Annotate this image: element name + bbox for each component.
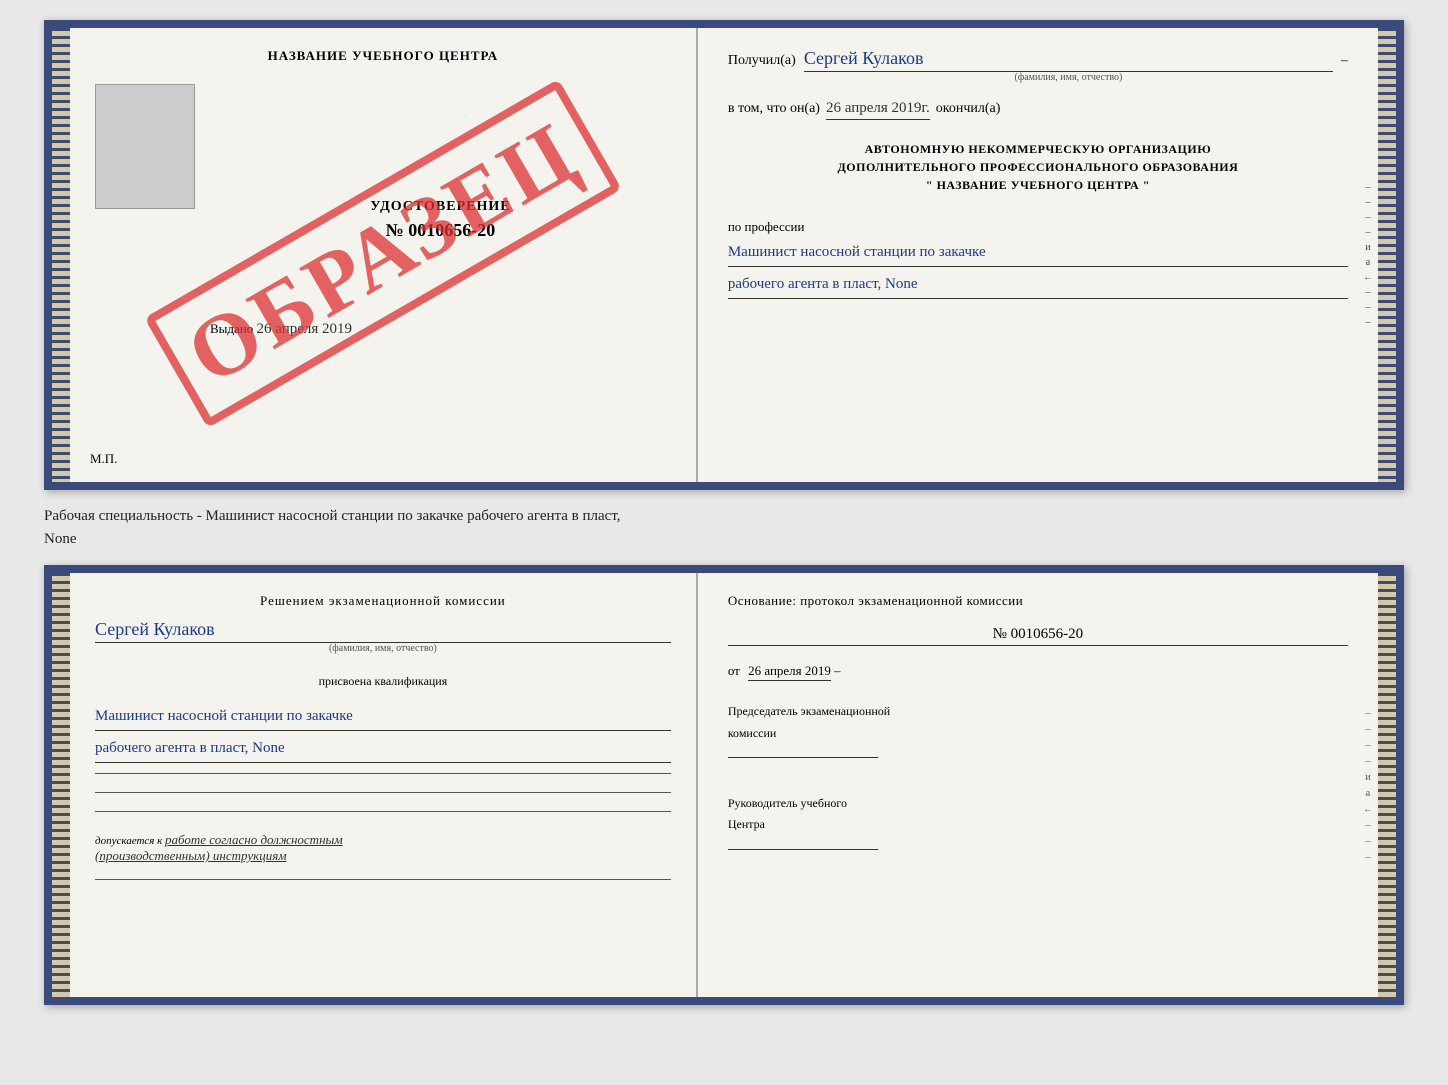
profession-section: по профессии Машинист насосной станции п… <box>728 214 1348 299</box>
date-from-row: от 26 апреля 2019 – <box>728 663 1348 679</box>
mp-label: М.П. <box>90 451 117 467</box>
basis-label: Основание: протокол экзаменационной коми… <box>728 593 1348 609</box>
org-line3: " НАЗВАНИЕ УЧЕБНОГО ЦЕНТРА " <box>728 176 1348 194</box>
date-from-prefix: от <box>728 663 740 678</box>
date-dash: – <box>834 663 841 678</box>
blank-line-1 <box>95 773 671 774</box>
issued-date: 26 апреля 2019 <box>257 321 353 337</box>
name-sublabel2: (фамилия, имя, отчество) <box>95 643 671 654</box>
left-edge-decoration <box>52 28 70 482</box>
issued-label: Выдано <box>210 321 257 336</box>
protocol-number: № 0010656-20 <box>728 626 1348 646</box>
org-line2: ДОПОЛНИТЕЛЬНОГО ПРОФЕССИОНАЛЬНОГО ОБРАЗО… <box>728 158 1348 176</box>
blank-line-2 <box>95 792 671 793</box>
bottom-profession-line1: Машинист насосной станции по закачке <box>95 703 671 731</box>
blank-line-3 <box>95 811 671 812</box>
head-section: Руководитель учебного Центра <box>728 793 1348 858</box>
cert-title: УДОСТОВЕРЕНИЕ <box>210 199 671 215</box>
head-label: Руководитель учебного <box>728 793 1348 815</box>
profession-block-bottom: Машинист насосной станции по закачке раб… <box>95 699 671 763</box>
cert-main-area: ОБРАЗЕЦ УДОСТОВЕРЕНИЕ № 0010656-20 Выдан… <box>95 74 671 462</box>
chairman-label: Председатель экзаменационной <box>728 701 1348 723</box>
recipient-name: Сергей Кулаков <box>804 48 1333 72</box>
org-block: АВТОНОМНУЮ НЕКОММЕРЧЕСКУЮ ОРГАНИЗАЦИЮ ДО… <box>728 140 1348 194</box>
allow-text: работе согласно должностным <box>165 832 343 847</box>
person-name-block: Сергей Кулаков (фамилия, имя, отчество) <box>95 619 671 654</box>
chairman-section: Председатель экзаменационной комиссии <box>728 701 1348 766</box>
bottom-left-edge <box>52 573 70 997</box>
cert-info: УДОСТОВЕРЕНИЕ № 0010656-20 Выдано 26 апр… <box>195 74 671 462</box>
date-row: в том, что он(а) 26 апреля 2019г. окончи… <box>728 100 1348 120</box>
bottom-profession-line2: рабочего агента в пласт, None <box>95 735 671 763</box>
dash-after-name: – <box>1341 53 1348 69</box>
top-doc-right-panel: Получил(а) Сергей Кулаков (фамилия, имя,… <box>698 28 1378 482</box>
profession-line2: рабочего агента в пласт, None <box>728 271 1348 299</box>
blank-lines-section <box>95 773 671 812</box>
bottom-document: Решением экзаменационной комиссии Сергей… <box>44 565 1404 1005</box>
allow-section: допускается к работе согласно должностны… <box>95 832 671 864</box>
allow-text2: (производственным) инструкциям <box>95 848 287 863</box>
bottom-right-edge <box>1378 573 1396 997</box>
received-label: Получил(а) <box>728 53 796 69</box>
right-side-decoration: –––– иа← ––– <box>1358 28 1378 482</box>
top-document: НАЗВАНИЕ УЧЕБНОГО ЦЕНТРА ОБРАЗЕЦ УДОСТОВ… <box>44 20 1404 490</box>
name-sublabel: (фамилия, имя, отчество) <box>804 72 1333 83</box>
bottom-blank-line <box>95 879 671 880</box>
date-suffix: окончил(а) <box>936 101 1001 117</box>
photo-placeholder <box>95 84 195 209</box>
profession-line1: Машинист насосной станции по закачке <box>728 239 1348 267</box>
recipient-name-block: Сергей Кулаков (фамилия, имя, отчество) <box>804 48 1333 83</box>
date-from-value: 26 апреля 2019 <box>748 663 831 681</box>
desc-line2: None <box>44 528 1404 551</box>
issued-line: Выдано 26 апреля 2019 <box>210 321 671 338</box>
description-text: Рабочая специальность - Машинист насосно… <box>44 500 1404 555</box>
bottom-right-side-deco: –––– иа← ––– <box>1358 573 1378 997</box>
head-label2: Центра <box>728 814 1348 836</box>
cert-number: № 0010656-20 <box>210 220 671 241</box>
profession-label: по профессии <box>728 219 1348 235</box>
bottom-doc-right-panel: Основание: протокол экзаменационной коми… <box>698 573 1378 997</box>
completion-date: 26 апреля 2019г. <box>826 100 930 120</box>
bottom-doc-left-panel: Решением экзаменационной комиссии Сергей… <box>70 573 698 997</box>
desc-line1: Рабочая специальность - Машинист насосно… <box>44 505 1404 528</box>
training-center-title: НАЗВАНИЕ УЧЕБНОГО ЦЕНТРА <box>268 48 499 64</box>
allow-prefix: допускается к <box>95 835 162 847</box>
date-prefix: в том, что он(а) <box>728 101 820 117</box>
commission-title: Решением экзаменационной комиссии <box>95 593 671 609</box>
chairman-sig-line <box>728 757 878 758</box>
chairman-label2: комиссии <box>728 723 1348 745</box>
top-doc-left-panel: НАЗВАНИЕ УЧЕБНОГО ЦЕНТРА ОБРАЗЕЦ УДОСТОВ… <box>70 28 698 482</box>
org-line1: АВТОНОМНУЮ НЕКОММЕРЧЕСКУЮ ОРГАНИЗАЦИЮ <box>728 140 1348 158</box>
received-row: Получил(а) Сергей Кулаков (фамилия, имя,… <box>728 48 1348 83</box>
person-name: Сергей Кулаков <box>95 619 671 643</box>
assigned-label: присвоена квалификация <box>95 674 671 689</box>
right-edge-decoration <box>1378 28 1396 482</box>
head-sig-line <box>728 849 878 850</box>
